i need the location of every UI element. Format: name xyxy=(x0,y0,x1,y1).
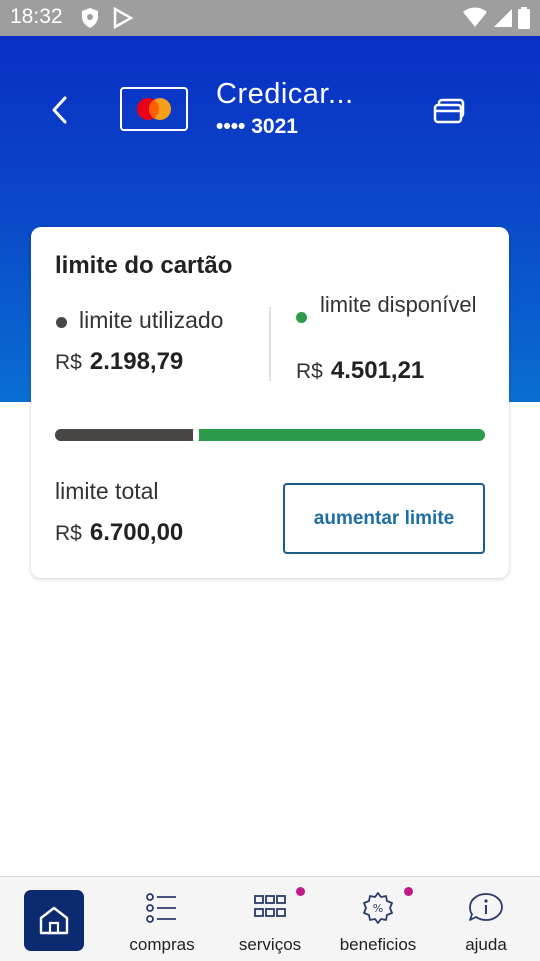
back-button[interactable] xyxy=(44,92,78,128)
nav-item-ajuda[interactable]: ajuda xyxy=(440,877,532,961)
currency-symbol: R$ xyxy=(55,522,82,545)
wifi-icon xyxy=(462,7,488,34)
used-limit-dot xyxy=(56,317,67,328)
nav-item-compras[interactable]: compras xyxy=(116,877,208,961)
nav-label-compras: compras xyxy=(129,935,195,954)
status-bar: 18:32 xyxy=(0,0,540,36)
available-limit-dot xyxy=(296,312,307,323)
cards-stack-icon xyxy=(433,98,465,124)
cards-button[interactable] xyxy=(430,96,470,128)
total-limit-amount: 6.700,00 xyxy=(89,519,184,546)
bottom-navigation: compras serviços % beneficios ajuda xyxy=(0,876,540,961)
notification-badge xyxy=(404,887,413,896)
limit-card-title: limite do cartão xyxy=(55,252,233,279)
home-icon xyxy=(39,906,69,935)
limit-progress-bar xyxy=(55,428,485,442)
status-time: 18:32 xyxy=(10,5,63,28)
used-limit-amount: 2.198,79 xyxy=(89,348,184,375)
play-protect-icon xyxy=(112,6,134,34)
total-limit-value: R$ 6.700,00 xyxy=(55,519,183,547)
signal-icon xyxy=(492,7,514,34)
currency-symbol: R$ xyxy=(296,360,323,383)
chevron-left-icon xyxy=(52,96,67,124)
nav-item-home[interactable] xyxy=(24,890,84,951)
battery-icon xyxy=(518,7,530,34)
notification-badge xyxy=(296,887,305,896)
nav-label-servicos: serviços xyxy=(238,935,302,954)
used-limit-fill xyxy=(55,429,197,441)
column-divider xyxy=(269,307,271,381)
used-limit-label: limite utilizado xyxy=(79,307,224,333)
card-brand-logo xyxy=(120,87,188,131)
card-name: Credicar... xyxy=(216,78,354,110)
available-limit-value: R$ 4.501,21 xyxy=(296,357,424,385)
nav-item-beneficios[interactable]: % beneficios xyxy=(332,877,424,961)
grid-icon xyxy=(254,895,286,917)
total-limit-label: limite total xyxy=(55,478,159,504)
mastercard-logo xyxy=(137,98,171,120)
nav-label-ajuda: ajuda xyxy=(465,935,507,954)
nav-label-beneficios: beneficios xyxy=(339,935,417,954)
list-icon xyxy=(146,893,176,923)
available-limit-label: limite disponível xyxy=(320,292,477,317)
increase-limit-button[interactable]: aumentar limite xyxy=(283,483,485,554)
progress-separator xyxy=(193,428,200,442)
card-number: •••• 3021 xyxy=(216,115,298,138)
currency-symbol: R$ xyxy=(55,351,82,374)
nav-item-servicos[interactable]: serviços xyxy=(224,877,316,961)
info-chat-icon xyxy=(469,893,503,921)
shield-icon xyxy=(80,7,100,34)
gear-badge-icon: % xyxy=(363,892,393,924)
available-limit-amount: 4.501,21 xyxy=(330,357,425,384)
used-limit-value: R$ 2.198,79 xyxy=(55,348,183,376)
limit-card: limite do cartão limite utilizado R$ 2.19… xyxy=(31,227,509,578)
svg-text:%: % xyxy=(373,902,383,915)
